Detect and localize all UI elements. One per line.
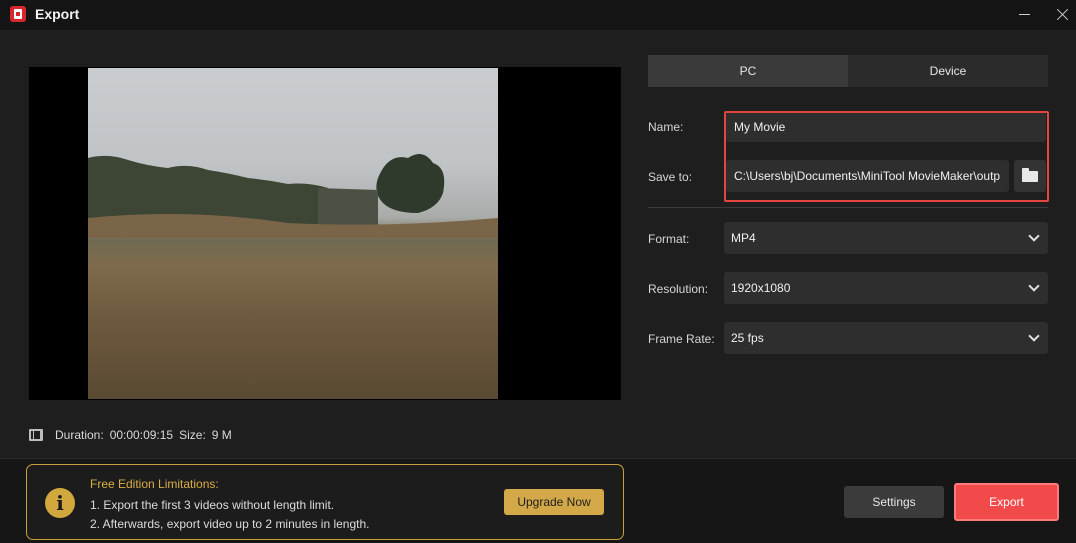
limitation-line-1: 1. Export the first 3 videos without len… xyxy=(90,498,335,512)
limitation-line-2: 2. Afterwards, export video up to 2 minu… xyxy=(90,517,370,531)
chevron-down-icon xyxy=(1028,230,1040,242)
resolution-value: 1920x1080 xyxy=(731,281,791,295)
frame-rate-select[interactable]: 25 fps xyxy=(724,322,1048,354)
free-edition-limitations: i Free Edition Limitations: 1. Export th… xyxy=(26,464,624,540)
chevron-down-icon xyxy=(1028,280,1040,292)
title-bar: Export xyxy=(0,0,1076,30)
film-icon xyxy=(29,429,43,441)
format-select[interactable]: MP4 xyxy=(724,222,1048,254)
settings-button[interactable]: Settings xyxy=(844,486,944,518)
save-path-input[interactable]: C:\Users\bj\Documents\MiniTool MovieMake… xyxy=(726,160,1009,192)
video-frame xyxy=(88,68,498,399)
divider xyxy=(648,207,1048,208)
format-value: MP4 xyxy=(731,231,756,245)
limitations-title: Free Edition Limitations: xyxy=(90,477,219,491)
window-title: Export xyxy=(35,6,80,22)
name-input[interactable]: My Movie xyxy=(726,112,1046,142)
frame-rate-value: 25 fps xyxy=(731,331,764,345)
info-icon: i xyxy=(45,488,75,518)
export-button[interactable]: Export xyxy=(954,483,1059,521)
app-logo-icon xyxy=(10,6,26,22)
video-meta: Duration: 00:00:09:15 Size: 9 M xyxy=(29,427,232,443)
size-label: Size: xyxy=(179,428,206,442)
export-target-tabs: PC Device xyxy=(648,55,1048,87)
resolution-label: Resolution: xyxy=(648,282,709,296)
landscape-image xyxy=(88,154,498,238)
browse-folder-button[interactable] xyxy=(1014,160,1046,192)
frame-rate-label: Frame Rate: xyxy=(648,332,715,346)
format-label: Format: xyxy=(648,232,690,246)
size-value: 9 M xyxy=(211,428,232,442)
tab-device[interactable]: Device xyxy=(848,55,1048,87)
duration-value: 00:00:09:15 xyxy=(109,428,174,442)
folder-icon xyxy=(1022,168,1038,182)
resolution-select[interactable]: 1920x1080 xyxy=(724,272,1048,304)
tab-pc[interactable]: PC xyxy=(648,55,848,87)
save-to-label: Save to: xyxy=(648,170,693,184)
chevron-down-icon xyxy=(1028,330,1040,342)
upgrade-now-button[interactable]: Upgrade Now xyxy=(504,489,604,515)
name-label: Name: xyxy=(648,120,684,134)
minimize-icon[interactable] xyxy=(1006,0,1042,30)
duration-label: Duration: xyxy=(55,428,104,442)
close-icon[interactable] xyxy=(1045,0,1076,30)
video-preview xyxy=(29,67,621,400)
